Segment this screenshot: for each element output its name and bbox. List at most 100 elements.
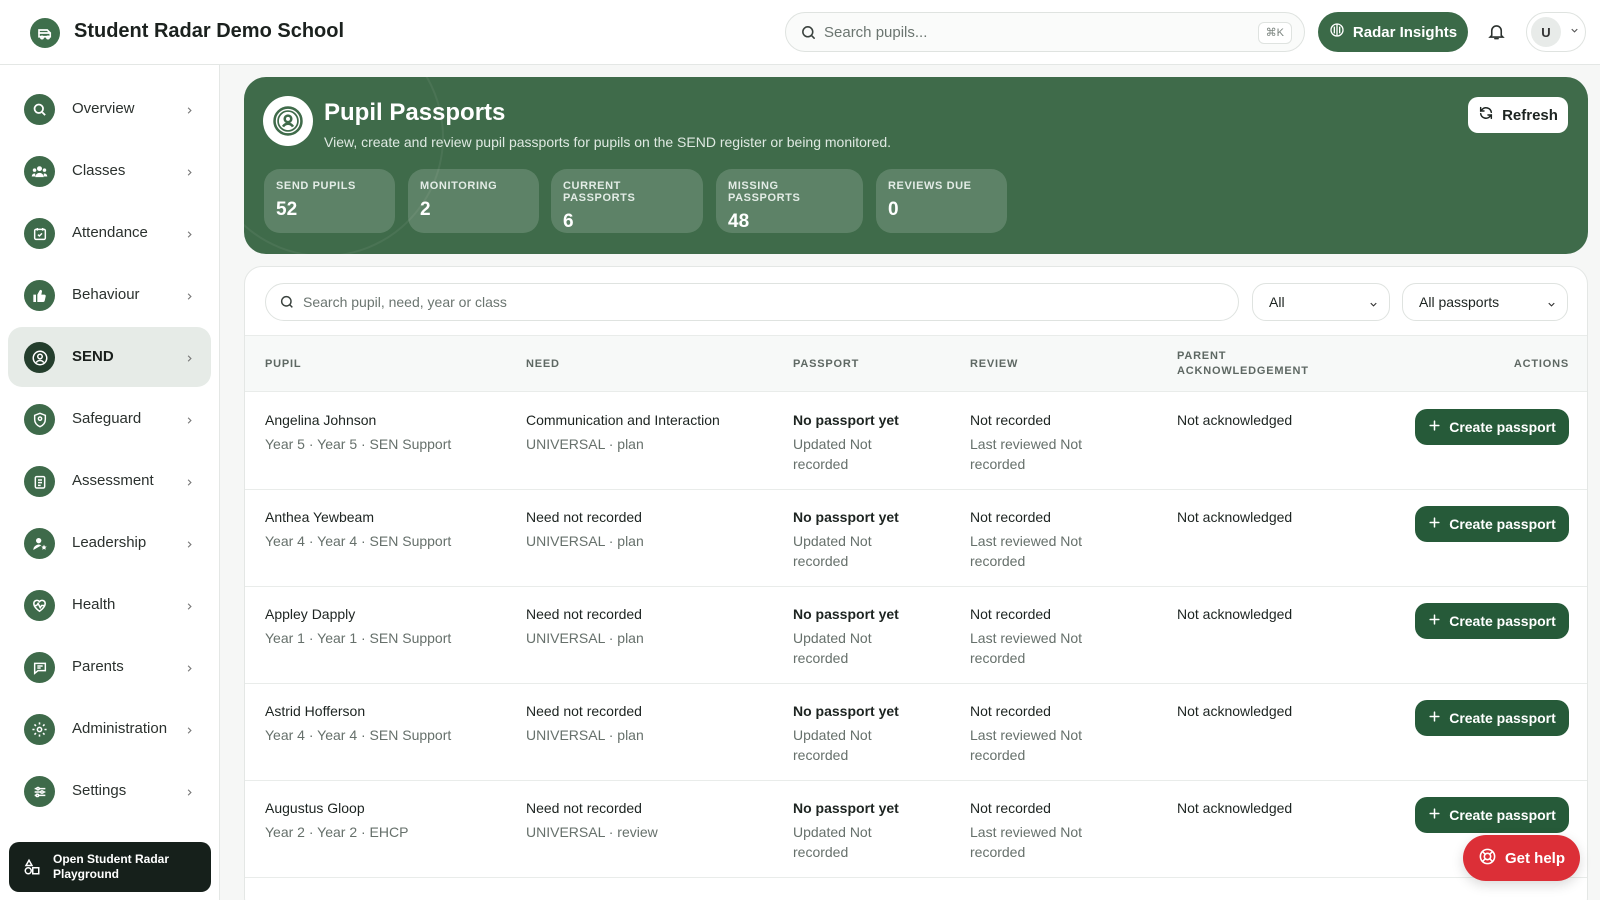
cell-acknowledgement: Not acknowledged <box>1177 799 1357 817</box>
stat-value: 6 <box>563 211 574 232</box>
search-placeholder: Search pupil, need, year or class <box>303 294 507 310</box>
sidebar-item-label: Settings <box>72 782 127 799</box>
sidebar-item-classes[interactable]: Classes <box>8 141 211 201</box>
shapes-icon <box>23 858 41 880</box>
passport-updated: Updated Not recorded <box>793 727 872 763</box>
table-row[interactable]: Angelina Johnson Year 5 · Year 5 · SEN Su… <box>245 393 1587 490</box>
create-passport-button[interactable]: Create passport <box>1415 700 1569 736</box>
school-name: Student Radar Demo School <box>74 20 345 42</box>
acknowledgement-status: Not acknowledged <box>1177 509 1293 525</box>
chevron-right-icon <box>184 227 195 245</box>
need-sub: UNIVERSAL · plan <box>526 436 644 452</box>
user-circle-icon <box>263 96 313 146</box>
sidebar-item-send[interactable]: SEND <box>8 327 211 387</box>
sidebar-item-overview[interactable]: Overview <box>8 79 211 139</box>
need-text: Need not recorded <box>526 509 642 525</box>
sliders-icon <box>24 776 55 807</box>
lifebuoy-icon <box>1478 847 1497 870</box>
passport-search-input[interactable]: Search pupil, need, year or class <box>265 283 1239 321</box>
create-passport-button[interactable]: Create passport <box>1415 409 1569 445</box>
sidebar-item-settings[interactable]: Settings <box>8 761 211 821</box>
search-icon <box>24 94 55 125</box>
school-logo-icon[interactable] <box>30 18 60 48</box>
cell-pupil: Angelina Johnson Year 5 · Year 5 · SEN Su… <box>265 411 505 454</box>
review-last: Last reviewed Not recorded <box>970 533 1083 569</box>
table-row[interactable]: Appley Dapply Year 1 · Year 1 · SEN Suppo… <box>245 587 1587 684</box>
sidebar-item-parents[interactable]: Parents <box>8 637 211 697</box>
review-status: Not recorded <box>970 412 1051 428</box>
chevron-right-icon <box>184 785 195 803</box>
need-sub: UNIVERSAL · plan <box>526 533 644 549</box>
pupil-name[interactable]: Appley Dapply <box>265 605 505 623</box>
acknowledgement-status: Not acknowledged <box>1177 800 1293 816</box>
refresh-button[interactable]: Refresh <box>1468 97 1568 133</box>
sidebar-item-label: Classes <box>72 162 126 179</box>
need-sub: UNIVERSAL · plan <box>526 727 644 743</box>
pupil-name[interactable]: Anthea Yewbeam <box>265 508 505 526</box>
top-bar: Student Radar Demo School Search pupils.… <box>0 0 1600 65</box>
get-help-button[interactable]: Get help <box>1463 835 1580 881</box>
clipboard-list-icon <box>24 466 55 497</box>
cell-acknowledgement: Not acknowledged <box>1177 702 1357 720</box>
sidebar-item-leadership[interactable]: Leadership <box>8 513 211 573</box>
cell-acknowledgement: Not acknowledged <box>1177 508 1357 526</box>
passport-updated: Updated Not recorded <box>793 436 872 472</box>
cell-need: Need not recorded UNIVERSAL · plan <box>526 605 776 648</box>
table-row[interactable]: Augustus Gloop Year 2 · Year 2 · EHCP Need… <box>245 781 1587 878</box>
table-row[interactable]: Astrid Hofferson Year 4 · Year 4 · SEN Su… <box>245 684 1587 781</box>
stat-label: REVIEWS DUE <box>888 180 972 192</box>
sidebar-item-label: Attendance <box>72 224 148 241</box>
cell-passport: No passport yet Updated Not recorded <box>793 799 911 862</box>
table-row[interactable]: Anthea Yewbeam Year 4 · Year 4 · SEN Supp… <box>245 490 1587 587</box>
create-passport-button[interactable]: Create passport <box>1415 506 1569 542</box>
get-help-label: Get help <box>1504 849 1565 867</box>
create-passport-label: Create passport <box>1449 807 1556 823</box>
table-header: PUPIL NEED PASSPORT REVIEW PARENT ACKNOW… <box>245 335 1587 392</box>
create-passport-button[interactable]: Create passport <box>1415 797 1569 833</box>
radar-insights-button[interactable]: Radar Insights <box>1318 12 1468 52</box>
stat-missing-passports: MISSING PASSPORTS 48 <box>716 169 863 233</box>
passport-filter-select[interactable]: All passports <box>1402 283 1568 321</box>
pupil-meta: Year 1 · Year 1 · SEN Support <box>265 630 452 646</box>
user-circle-icon <box>24 342 55 373</box>
search-shortcut: ⌘K <box>1257 22 1292 44</box>
pupil-passports-hero: Pupil Passports View, create and review … <box>244 77 1588 254</box>
pupil-name[interactable]: Astrid Hofferson <box>265 702 505 720</box>
user-menu[interactable]: U <box>1526 12 1586 52</box>
cell-need: Communication and Interaction UNIVERSAL ·… <box>526 411 776 454</box>
sidebar-item-behaviour[interactable]: Behaviour <box>8 265 211 325</box>
stat-value: 2 <box>420 199 431 220</box>
cell-pupil: Astrid Hofferson Year 4 · Year 4 · SEN Su… <box>265 702 505 745</box>
need-sub: UNIVERSAL · review <box>526 824 658 840</box>
plus-icon <box>1428 516 1441 532</box>
chevron-right-icon <box>184 723 195 741</box>
playground-label: Open Student Radar Playground <box>53 852 170 881</box>
cell-pupil: Augustus Gloop Year 2 · Year 2 · EHCP <box>265 799 505 842</box>
cell-need: Need not recorded UNIVERSAL · review <box>526 799 776 842</box>
column-header-passport: PASSPORT <box>793 358 860 370</box>
pupil-name[interactable]: Angelina Johnson <box>265 411 505 429</box>
sidebar-item-administration[interactable]: Administration <box>8 699 211 759</box>
sidebar-item-attendance[interactable]: Attendance <box>8 203 211 263</box>
sidebar-item-assessment[interactable]: Assessment <box>8 451 211 511</box>
pupil-meta: Year 4 · Year 4 · SEN Support <box>265 727 452 743</box>
create-passport-button[interactable]: Create passport <box>1415 603 1569 639</box>
open-playground-button[interactable]: Open Student Radar Playground <box>9 842 211 892</box>
passport-filter-value: All passports <box>1419 294 1500 310</box>
pupil-name[interactable]: Augustus Gloop <box>265 799 505 817</box>
sidebar-item-safeguard[interactable]: Safeguard <box>8 389 211 449</box>
status-filter-select[interactable]: All <box>1252 283 1390 321</box>
need-sub: UNIVERSAL · plan <box>526 630 644 646</box>
sidebar-item-label: Parents <box>72 658 124 675</box>
sidebar-item-health[interactable]: Health <box>8 575 211 635</box>
chevron-down-icon <box>1368 297 1379 313</box>
create-passport-label: Create passport <box>1449 710 1556 726</box>
bell-icon[interactable] <box>1487 22 1506 46</box>
column-header-parent-acknowledgement: PARENT ACKNOWLEDGEMENT <box>1177 349 1309 379</box>
sidebar-item-label: Administration <box>72 720 168 737</box>
pupil-search-input[interactable]: Search pupils... ⌘K <box>785 12 1305 52</box>
sidebar-item-label: Health <box>72 596 116 613</box>
create-passport-label: Create passport <box>1449 516 1556 532</box>
acknowledgement-status: Not acknowledged <box>1177 703 1293 719</box>
gear-icon <box>24 714 55 745</box>
